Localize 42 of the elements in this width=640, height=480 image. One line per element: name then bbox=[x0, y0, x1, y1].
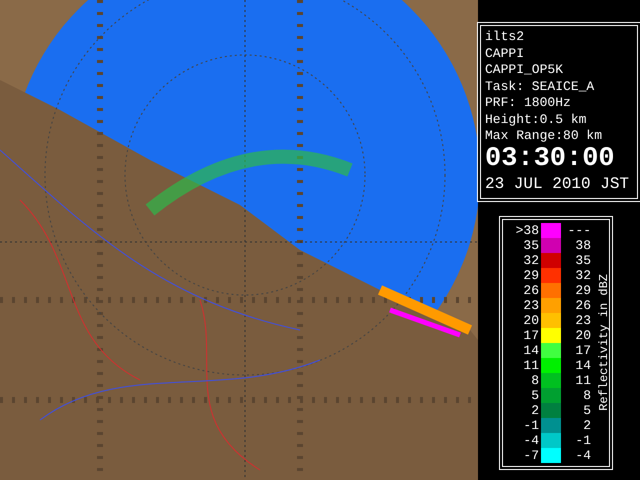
legend-low-value: 35 bbox=[522, 238, 540, 252]
legend-high-value: 5 bbox=[582, 402, 592, 418]
legend-title: Reflectivity in dBZ bbox=[597, 274, 611, 411]
legend-high-value: 20 bbox=[574, 328, 592, 342]
legend-high-value: 35 bbox=[574, 252, 592, 268]
legend-high-value: 14 bbox=[574, 358, 592, 372]
legend-low-value: 5 bbox=[530, 388, 540, 402]
legend-low-value: 14 bbox=[522, 342, 540, 358]
legend-high-value: --- bbox=[566, 222, 592, 238]
legend-high-value: -1 bbox=[574, 432, 592, 448]
info-line: CAPPI_OP5K bbox=[485, 62, 564, 78]
legend-low-value: 17 bbox=[522, 328, 540, 342]
legend-high-value: 26 bbox=[574, 298, 592, 312]
info-line: Height:0.5 km bbox=[485, 112, 588, 128]
legend-high-value: 38 bbox=[574, 238, 592, 252]
info-line: PRF: 1800Hz bbox=[485, 95, 572, 112]
info-line: CAPPI bbox=[485, 46, 526, 62]
legend-low-value: 23 bbox=[522, 298, 540, 312]
legend-low-value: 11 bbox=[522, 358, 540, 372]
legend-low-value: 26 bbox=[522, 282, 540, 298]
legend-low-value: >38 bbox=[514, 222, 540, 238]
legend-high-value: 2 bbox=[582, 418, 592, 432]
legend-high-value: 17 bbox=[574, 342, 592, 358]
legend-high-value: 23 bbox=[574, 312, 592, 328]
legend-low-value: 2 bbox=[530, 402, 540, 418]
info-line: ilts2 bbox=[485, 29, 526, 46]
info-line: Task: SEAICE_A bbox=[485, 78, 596, 95]
legend-low-value: -4 bbox=[522, 432, 540, 448]
info-line: Max Range:80 km bbox=[485, 128, 604, 144]
legend-high-value: 29 bbox=[574, 282, 592, 298]
legend-high-value: -4 bbox=[574, 448, 592, 462]
legend-high-value: 8 bbox=[582, 388, 592, 402]
legend-low-value: 29 bbox=[522, 268, 540, 282]
legend-high-value: 32 bbox=[574, 268, 592, 282]
time-text: 03:30:00 bbox=[485, 144, 616, 172]
legend-low-value: -1 bbox=[522, 418, 540, 432]
date-text: 23 JUL 2010 JST bbox=[485, 174, 630, 194]
legend-low-value: 20 bbox=[522, 312, 540, 328]
legend-low-value: -7 bbox=[522, 448, 540, 462]
legend-low-value: 32 bbox=[522, 252, 540, 268]
legend-low-value: 8 bbox=[530, 372, 540, 388]
legend-high-value: 11 bbox=[574, 372, 592, 388]
